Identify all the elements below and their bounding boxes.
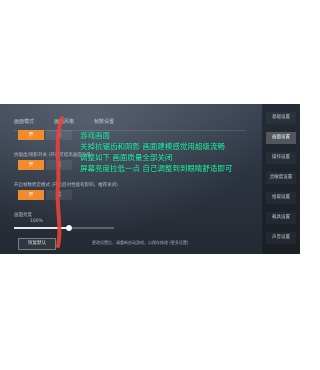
sidebar-item-pickup[interactable]: 拾取设置 [266,192,296,204]
option-3-on-button[interactable]: 开 [18,190,44,200]
caption-line-4: 屏幕亮度拉低一点 自己调整到到眼睛舒适即可 [80,164,233,173]
tab-display-mode[interactable]: 画面模式 [14,118,34,125]
brightness-label: 画面亮度 [14,213,32,218]
option-3-off-button[interactable]: 关 [46,190,72,200]
game-settings-screen: 画面模式 画面风格 帧数设置 开 关 抗锯齿/阴影开关 (开启可提高画面效果) … [0,104,300,254]
restore-default-button[interactable]: 恢复默认 [18,238,56,250]
option-2-on-button[interactable]: 开 [18,160,44,170]
sidebar-item-controls[interactable]: 操作设置 [266,152,296,164]
caption-line-2: 关掉抗锯齿和阴影 画面建模感觉用超级流畅 [80,142,225,151]
option-3-label: 开启帧数稳定模式 (开启后对性能有影响，推荐关闭) [14,183,118,188]
brightness-slider-fill [14,227,69,229]
option-1-on-button[interactable]: 开 [18,130,44,140]
sidebar-item-basic[interactable]: 基础设置 [266,112,296,124]
caption-line-3: 调整如下 画面质量全部关闭 [80,153,173,162]
sidebar-item-vehicle[interactable]: 载具设置 [266,212,296,224]
brightness-slider[interactable] [14,225,114,231]
sidebar-item-audio[interactable]: 声音设置 [266,232,296,244]
option-2-off-button[interactable]: 关 [46,160,72,170]
tab-frame-rate[interactable]: 帧数设置 [94,118,114,125]
settings-sidebar: 基础设置 画面设置 操作设置 灵敏度设置 拾取设置 载具设置 声音设置 [262,104,300,254]
caption-line-1: 游戏画面 [80,131,110,140]
sidebar-item-sensitivity[interactable]: 灵敏度设置 [266,172,296,184]
sidebar-item-display[interactable]: 画面设置 [266,132,296,144]
tab-display-style[interactable]: 画面风格 [54,118,74,125]
option-1-off-button[interactable]: 关 [46,130,72,140]
brightness-slider-knob[interactable] [66,225,72,231]
bottom-note: 更改设置后，请重新启动游戏，以保存修改 (更多设置) [92,240,189,245]
brightness-value: 100% [30,219,43,224]
